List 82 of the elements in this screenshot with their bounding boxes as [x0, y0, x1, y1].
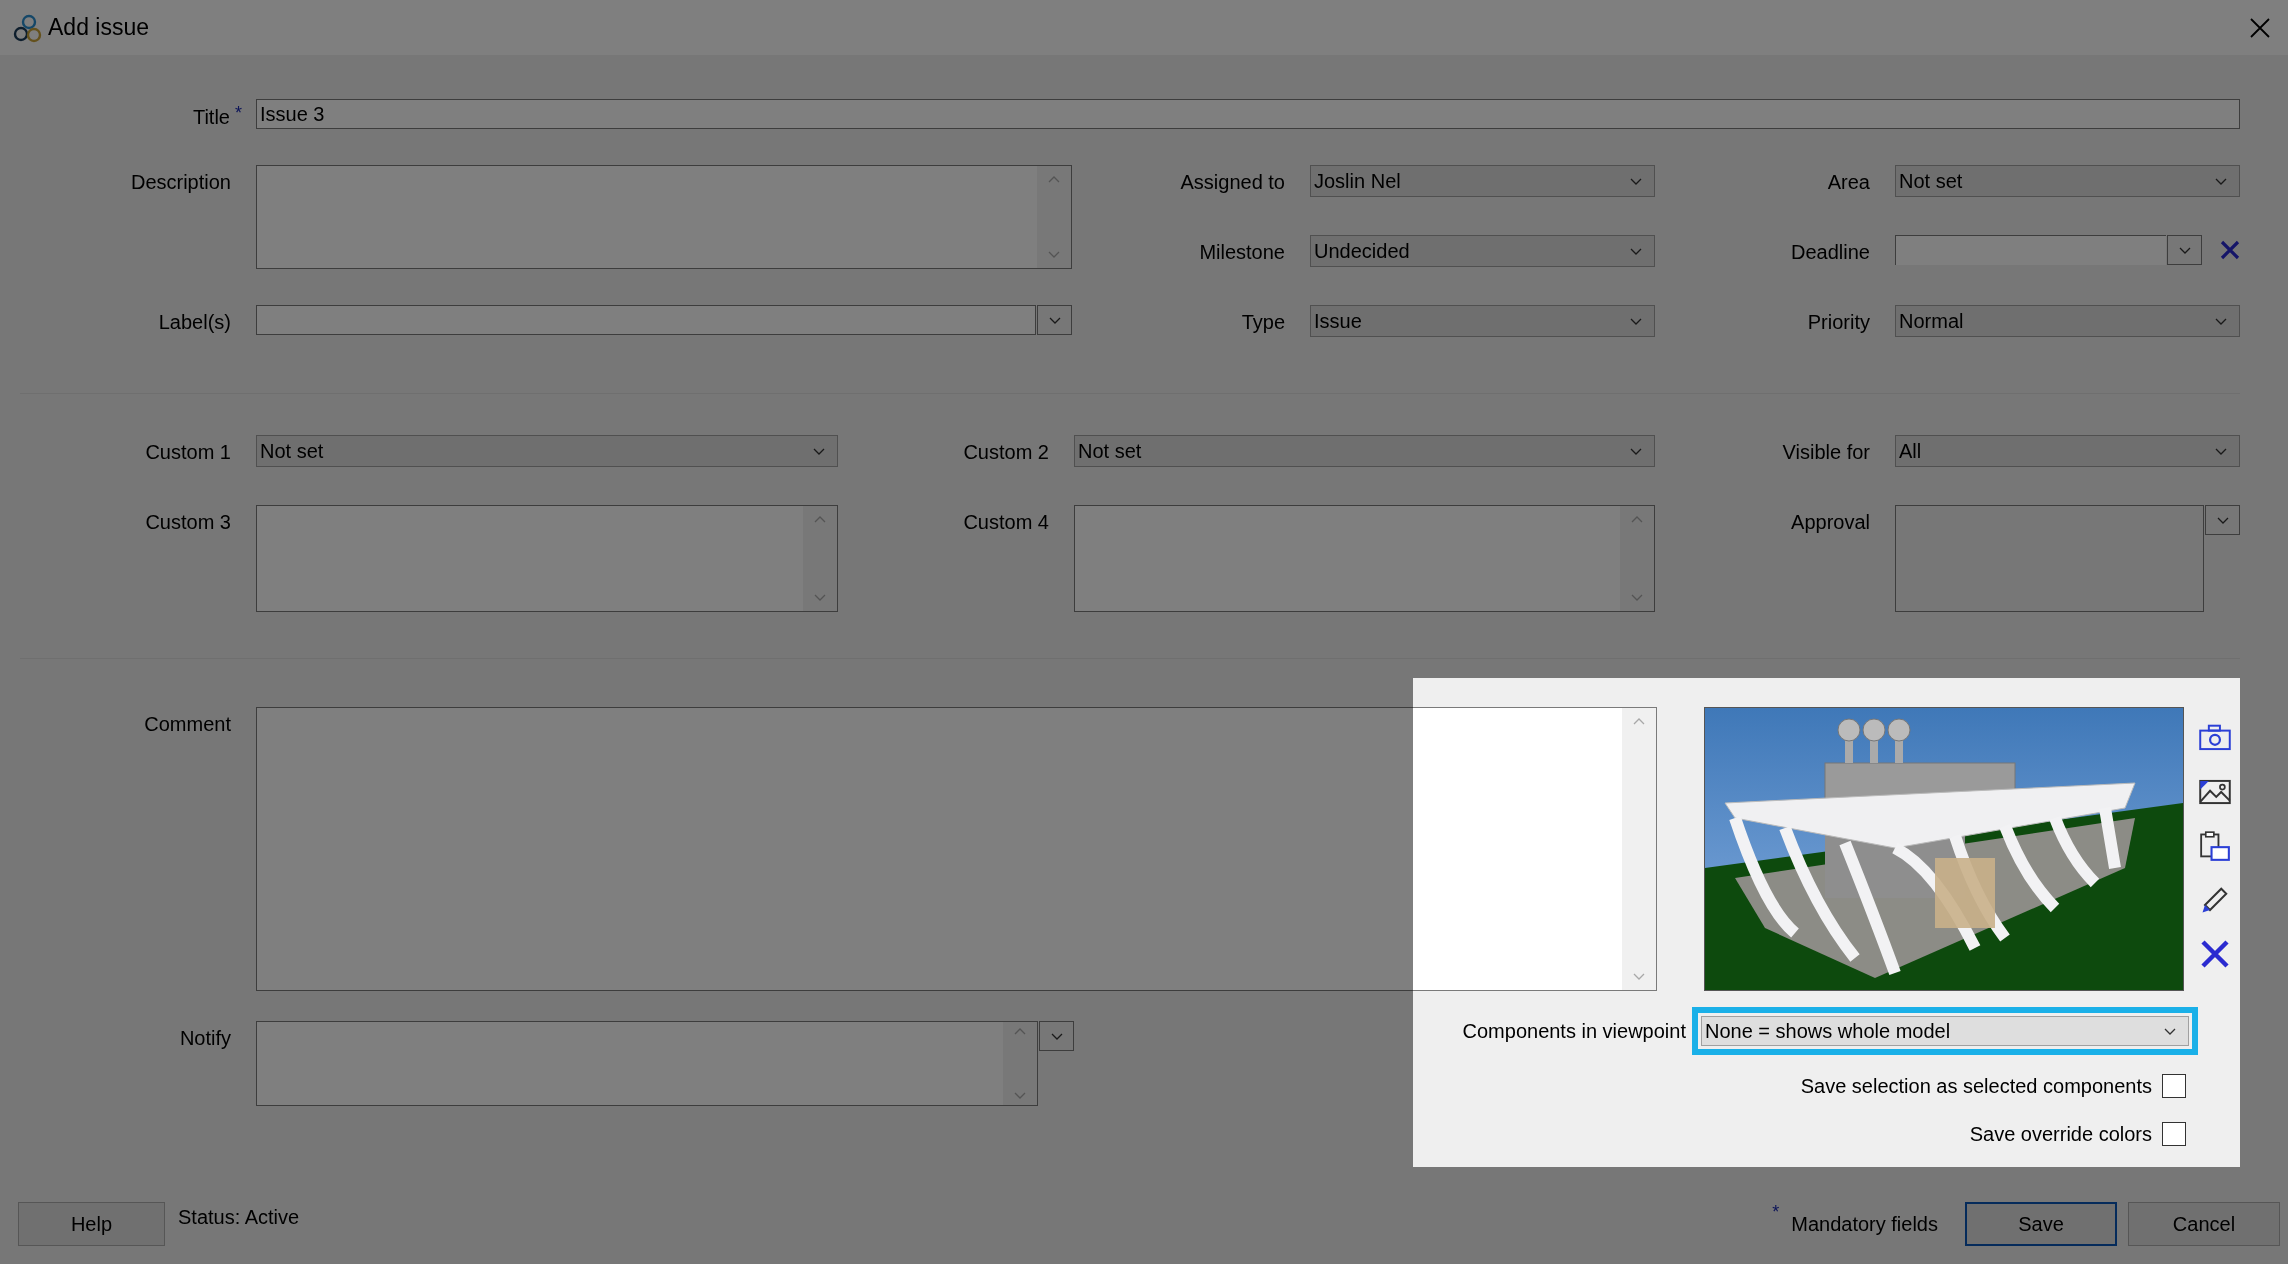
- clear-icon[interactable]: [2220, 240, 2240, 260]
- chevron-down-icon: [2215, 447, 2227, 455]
- field-label: Deadline: [1790, 240, 1871, 265]
- dropdown[interactable]: All: [1895, 435, 2240, 467]
- field-label: Type: [1240, 310, 1286, 335]
- field-label: Components in viewpoint: [1462, 1019, 1686, 1043]
- chevron-down-icon: [1630, 247, 1642, 255]
- scroll-up-icon[interactable]: [814, 516, 826, 523]
- status-text: Status: Active: [178, 1206, 300, 1229]
- dropdown-button[interactable]: [2205, 505, 2240, 535]
- field-label: Custom 3: [144, 510, 232, 535]
- text-area[interactable]: [1074, 505, 1655, 612]
- input-field[interactable]: [1895, 235, 2166, 265]
- dropdown[interactable]: Normal: [1895, 305, 2240, 337]
- scroll-down-icon[interactable]: [814, 594, 826, 601]
- cancel-button[interactable]: Cancel: [2128, 1202, 2280, 1246]
- field-label: Comment: [143, 712, 232, 737]
- chevron-down-icon: [2178, 246, 2191, 254]
- window-title: Add issue: [48, 14, 149, 41]
- clipboard-icon[interactable]: [2198, 831, 2231, 861]
- field-label: Area: [1826, 170, 1871, 195]
- dropdown[interactable]: Issue: [1310, 305, 1655, 337]
- scroll-up-icon[interactable]: [1014, 1028, 1026, 1035]
- dropdown[interactable]: Joslin Nel: [1310, 165, 1655, 197]
- field-label: Approval: [1790, 510, 1871, 535]
- scroll-down-icon[interactable]: [1048, 251, 1060, 258]
- dropdown[interactable]: Undecided: [1310, 235, 1655, 267]
- list-box[interactable]: [1895, 505, 2204, 612]
- dropdown[interactable]: Not set: [1074, 435, 1655, 467]
- field-label: Title: [192, 106, 230, 129]
- mandatory-note: Mandatory fields: [1791, 1212, 1938, 1236]
- comment-text-area[interactable]: [256, 707, 1657, 991]
- required-mark: *: [235, 103, 242, 124]
- save-button[interactable]: Save: [1965, 1202, 2117, 1246]
- scroll-down-icon[interactable]: [1633, 973, 1645, 980]
- logo-icon: [12, 12, 42, 43]
- chevron-down-icon: [2215, 177, 2227, 185]
- field-label: Milestone: [1198, 240, 1286, 265]
- help-button[interactable]: Help: [18, 1202, 165, 1246]
- chevron-down-icon: [2164, 1027, 2176, 1035]
- chevron-down-icon: [1048, 316, 1061, 324]
- field-label: Custom 1: [144, 440, 232, 465]
- field-label: Custom 2: [962, 440, 1050, 465]
- field-label: Custom 4: [962, 510, 1050, 535]
- scroll-up-icon[interactable]: [1633, 718, 1645, 725]
- scroll-up-icon[interactable]: [1048, 176, 1060, 183]
- dropdown-button[interactable]: [2167, 235, 2202, 265]
- field-label: Label(s): [157, 310, 232, 335]
- dropdown[interactable]: Not set: [1895, 165, 2240, 197]
- scroll-down-icon[interactable]: [1014, 1092, 1026, 1099]
- field-label: Description: [129, 170, 232, 195]
- field-label: Visible for: [1781, 440, 1871, 465]
- dropdown-button[interactable]: [1037, 305, 1072, 335]
- chevron-down-icon: [2215, 317, 2227, 325]
- checkbox[interactable]: [2162, 1074, 2186, 1098]
- checkbox-label: Save selection as selected components: [1800, 1074, 2152, 1098]
- text-area[interactable]: [256, 505, 838, 612]
- close-icon[interactable]: [2250, 17, 2270, 38]
- camera-icon[interactable]: [2198, 723, 2231, 753]
- checkbox-label: Save override colors: [1969, 1122, 2152, 1146]
- chevron-down-icon: [1630, 317, 1642, 325]
- field-label: Assigned to: [1179, 170, 1286, 195]
- field-label: Notify: [178, 1026, 232, 1050]
- chevron-down-icon: [2216, 516, 2229, 524]
- scroll-up-icon[interactable]: [1631, 516, 1643, 523]
- cross-icon[interactable]: [2198, 939, 2231, 969]
- dropdown-button[interactable]: [1039, 1021, 1074, 1051]
- chevron-down-icon: [1050, 1032, 1063, 1040]
- chevron-down-icon: [813, 447, 825, 455]
- scroll-down-icon[interactable]: [1631, 594, 1643, 601]
- field-label: Priority: [1806, 310, 1871, 335]
- chevron-down-icon: [1630, 177, 1642, 185]
- text-area[interactable]: [256, 165, 1072, 269]
- notify-list-box[interactable]: [256, 1021, 1038, 1106]
- checkbox[interactable]: [2162, 1122, 2186, 1146]
- dropdown[interactable]: Not set: [256, 435, 838, 467]
- components-dropdown[interactable]: None = shows whole model: [1701, 1016, 2189, 1046]
- chevron-down-icon: [1630, 447, 1642, 455]
- required-mark: *: [1772, 1202, 1780, 1223]
- input-field[interactable]: [256, 305, 1036, 335]
- title-input[interactable]: Issue 3: [256, 99, 2240, 129]
- image-icon[interactable]: [2198, 777, 2231, 807]
